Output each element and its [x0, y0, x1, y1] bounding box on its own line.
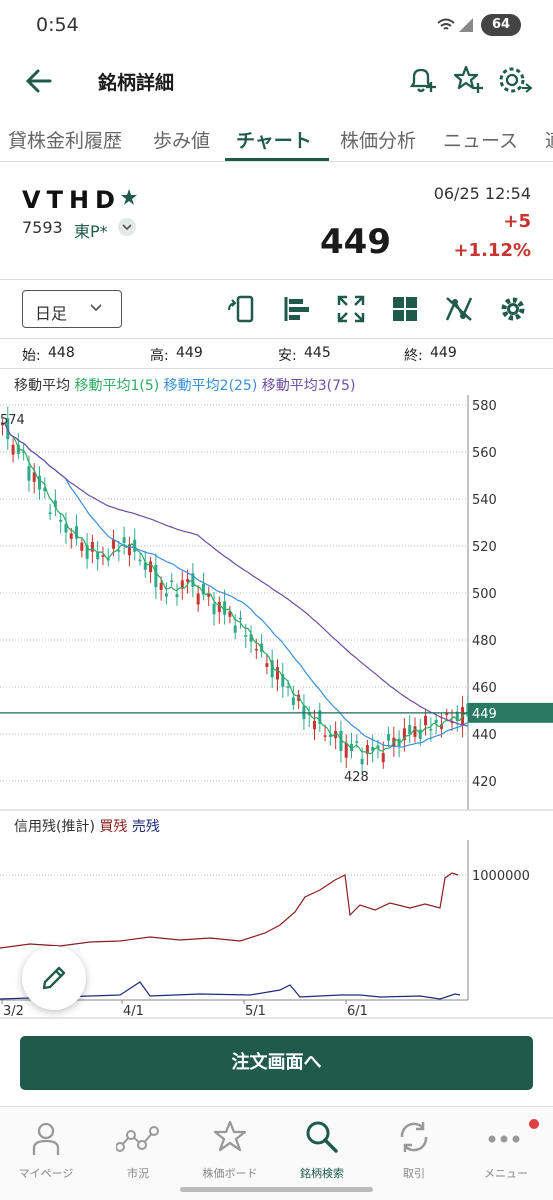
nav-market[interactable]: 市況 — [92, 1113, 184, 1187]
y-tick-label: 420 — [472, 775, 497, 790]
candle-body — [96, 551, 100, 560]
bottom-nav: マイページ 市況 株価ボード 銘柄検索 取引 メニュー — [0, 1106, 553, 1200]
candle-body — [344, 742, 348, 758]
credit-legend-sell: 売残 — [131, 819, 160, 835]
credit-legend-buy: 買残 — [99, 819, 128, 835]
nav-label: メニュー — [484, 1167, 528, 1180]
candle-body — [217, 601, 221, 613]
candle-body — [445, 713, 449, 716]
candle-body — [238, 617, 242, 620]
candle-body — [80, 542, 84, 551]
candle-body — [38, 475, 42, 490]
candle-body — [154, 564, 158, 588]
candle-body — [381, 753, 385, 763]
x-tick-label: 3/2 — [3, 1004, 24, 1019]
y-tick-label: 460 — [472, 681, 497, 696]
menu-icon — [488, 1135, 520, 1143]
last-price-label: 449 — [472, 707, 497, 722]
ma-line-3 — [1, 422, 468, 727]
max-price-label: 574 — [0, 413, 25, 428]
x-tick-label: 4/1 — [123, 1004, 144, 1019]
ma-line-2 — [1, 422, 468, 748]
candle-body — [117, 550, 121, 552]
candle-body — [149, 561, 153, 573]
candle-body — [313, 720, 316, 730]
x-tick-label: 5/1 — [245, 1004, 266, 1019]
y-tick-label: 560 — [472, 446, 497, 461]
candle-body — [387, 734, 391, 741]
nav-stock-search[interactable]: 銘柄検索 — [276, 1113, 368, 1187]
candle-body — [138, 559, 142, 562]
x-tick-label: 6/1 — [347, 1004, 368, 1019]
candle-body — [275, 666, 279, 680]
draw-button[interactable] — [22, 946, 86, 1010]
candle-body — [418, 729, 422, 739]
candle-body — [223, 601, 227, 615]
candle-body — [233, 625, 237, 633]
candle-body — [397, 738, 401, 746]
y-tick-label: 520 — [472, 540, 497, 555]
nav-trade[interactable]: 取引 — [368, 1113, 460, 1187]
y-tick-label: 480 — [472, 634, 497, 649]
ma-line-1 — [1, 422, 468, 755]
candle-body — [254, 648, 258, 651]
home-indicator — [180, 1187, 373, 1192]
star-icon — [213, 1120, 247, 1152]
credit-legend-title: 信用残(推計) — [14, 819, 95, 835]
candle-body — [27, 466, 31, 481]
nav-mypage[interactable]: マイページ — [0, 1113, 92, 1187]
nav-label: 取引 — [403, 1167, 425, 1180]
candle-body — [355, 741, 359, 743]
market-icon — [116, 1126, 159, 1152]
nav-menu[interactable]: メニュー — [460, 1113, 552, 1187]
person-icon — [32, 1122, 60, 1155]
notification-dot — [529, 1119, 539, 1129]
nav-label: 銘柄検索 — [300, 1167, 344, 1180]
nav-label: マイページ — [18, 1167, 74, 1180]
nav-label: 株価ボード — [202, 1167, 258, 1180]
y-tick-label: 580 — [472, 399, 497, 414]
candle-body — [212, 603, 216, 615]
candle-body — [175, 594, 179, 598]
candle-body — [408, 725, 412, 734]
trade-icon — [400, 1122, 428, 1152]
candle-body — [11, 444, 15, 455]
buy-balance-line — [0, 872, 459, 949]
candle-body — [196, 593, 200, 605]
candle-body — [59, 519, 63, 522]
candle-body — [424, 716, 428, 726]
candle-body — [170, 580, 174, 583]
candle-body — [122, 537, 126, 543]
candle-body — [265, 663, 269, 667]
candle-body — [69, 533, 73, 539]
pencil-icon — [42, 966, 66, 990]
candle-body — [360, 758, 364, 765]
min-price-label: 428 — [344, 770, 369, 785]
candle-body — [244, 635, 248, 637]
y-tick-label: 440 — [472, 728, 497, 743]
credit-y-tick-label: 1000000 — [472, 869, 530, 884]
candle-body — [434, 720, 438, 724]
credit-legend: 信用残(推計) 買残 売残 — [14, 816, 160, 836]
candle-body — [429, 728, 433, 731]
order-button[interactable]: 注文画面へ — [20, 1036, 533, 1090]
y-tick-label: 540 — [472, 493, 497, 508]
candle-body — [112, 539, 116, 549]
candle-body — [186, 579, 190, 582]
candle-body — [90, 541, 94, 552]
candle-body — [291, 697, 295, 705]
nav-stock-board[interactable]: 株価ボード — [184, 1113, 276, 1187]
price-chart[interactable]: 580 560 540 520 500 480 460 440 420 449 574 428 100… — [0, 0, 553, 1030]
search-icon — [306, 1121, 338, 1153]
candle-body — [286, 686, 290, 688]
candle-body — [159, 582, 163, 590]
nav-label: 市況 — [127, 1167, 149, 1180]
candle-body — [413, 726, 417, 737]
candle-body — [48, 512, 52, 515]
candle-body — [323, 735, 327, 737]
candle-body — [164, 593, 168, 597]
y-tick-label: 500 — [472, 587, 497, 602]
